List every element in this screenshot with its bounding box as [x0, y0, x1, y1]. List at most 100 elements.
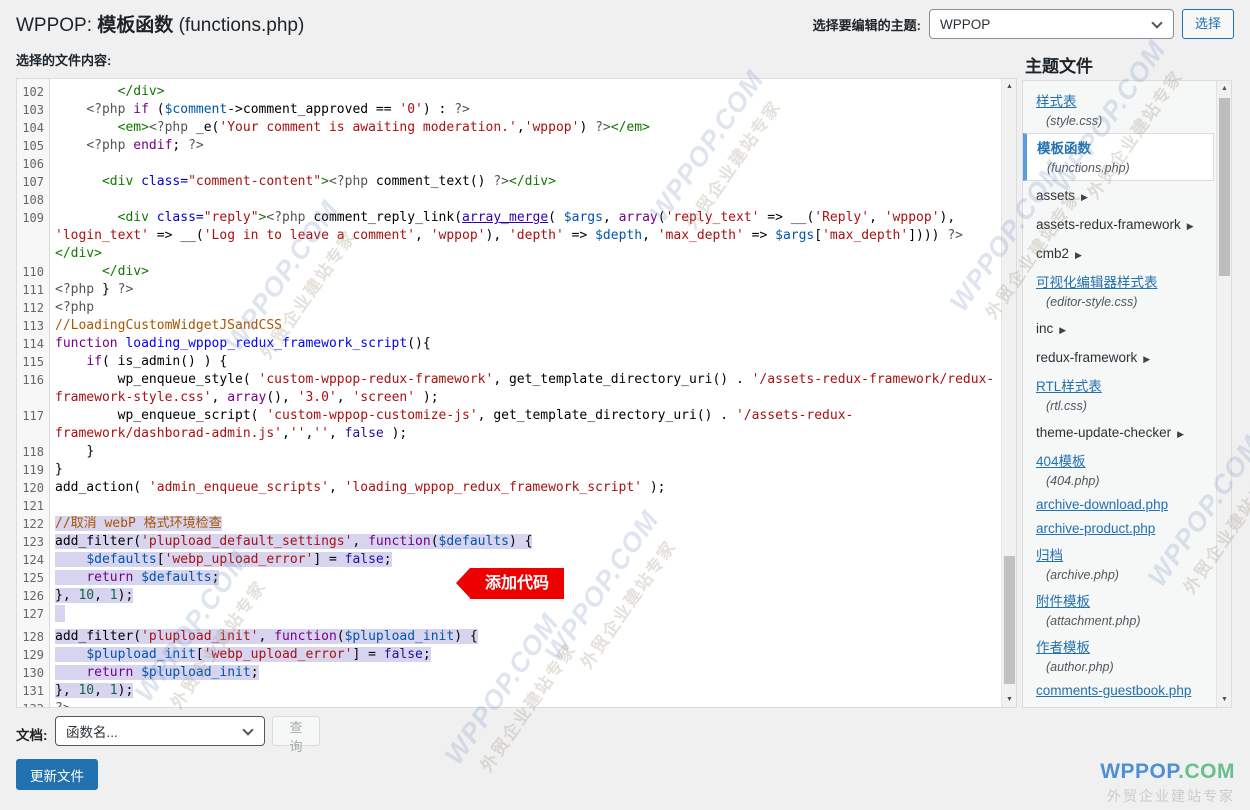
code-line: 119} [17, 461, 1001, 479]
code-text: function loading_wppop_redux_framework_s… [50, 335, 1001, 353]
theme-file-item[interactable]: 归档 (archive.php) [1023, 541, 1217, 587]
line-number: 132 [17, 700, 50, 707]
theme-file-item[interactable]: 附件模板 (attachment.php) [1023, 587, 1217, 633]
folder-expand-icon: ▶ [1187, 221, 1194, 231]
theme-files-heading: 主题文件 [1025, 52, 1093, 77]
code-line: 122//取消 webP 格式环境检查 [17, 515, 1001, 533]
line-number: 111 [17, 281, 50, 299]
line-number: 128 [17, 628, 50, 646]
line-number: 102 [17, 83, 50, 101]
file-link[interactable]: 样式表 [1036, 94, 1077, 109]
theme-file-item[interactable]: RTL样式表(rtl.css) [1023, 372, 1217, 418]
folder-expand-icon: ▶ [1059, 325, 1066, 335]
file-path: (attachment.php) [1036, 611, 1209, 630]
wppop-logo: WPPOP.COM 外贸企业建站专家 [1100, 760, 1235, 806]
line-number: 125 [17, 569, 50, 587]
theme-file-item[interactable]: 作者模板 (author.php) [1023, 633, 1217, 679]
scroll-down-icon[interactable]: ▼ [1002, 692, 1017, 707]
code-text: <div class="reply"><?php comment_reply_l… [50, 209, 1001, 263]
theme-folder-item[interactable]: assets-redux-framework ▶ [1023, 210, 1217, 239]
line-number: 126 [17, 587, 50, 605]
code-text: } [50, 461, 1001, 479]
file-path: (editor-style.css) [1036, 292, 1209, 311]
code-line: 108 [17, 191, 1001, 209]
theme-file-item[interactable]: 404模板(404.php) [1023, 447, 1217, 493]
scroll-up-icon[interactable]: ▲ [1002, 79, 1017, 94]
code-line: 102 </div> [17, 83, 1001, 101]
update-file-button[interactable]: 更新文件 [16, 759, 98, 790]
code-line: 112<?php [17, 299, 1001, 317]
theme-folder-item[interactable]: assets▶ [1023, 181, 1217, 210]
code-text [50, 155, 1001, 173]
lookup-button[interactable]: 查询 [272, 716, 320, 746]
line-number: 116 [17, 371, 50, 407]
file-link[interactable]: 归档 [1036, 548, 1063, 563]
editor-scrollbar-thumb[interactable] [1004, 556, 1015, 684]
code-line: 104 <em><?php _e('Your comment is awaiti… [17, 119, 1001, 137]
editor-scrollbar[interactable]: ▲ ▼ [1001, 79, 1016, 707]
line-number: 123 [17, 533, 50, 551]
file-path: (author.php) [1036, 657, 1209, 676]
code-editor[interactable]: 102 </div>103 <?php if ($comment->commen… [16, 78, 1017, 708]
theme-select-button[interactable]: 选择 [1182, 9, 1234, 39]
file-link[interactable]: archive-download.php [1036, 497, 1168, 512]
wppop-logo-tagline: 外贸企业建站专家 [1100, 786, 1235, 806]
theme-folder-item[interactable]: inc▶ [1023, 314, 1217, 343]
code-text: add_filter('plupload_default_settings', … [50, 533, 1001, 551]
theme-file-item[interactable]: 评论(comments.php) [1023, 703, 1217, 708]
theme-file-item[interactable]: comments-guestbook.php [1023, 679, 1217, 703]
code-text: <?php if ($comment->comment_approved == … [50, 101, 1001, 119]
file-path: (style.css) [1036, 111, 1209, 130]
file-link[interactable]: 附件模板 [1036, 594, 1090, 609]
line-number: 131 [17, 682, 50, 700]
theme-folder-item[interactable]: theme-update-checker▶ [1023, 418, 1217, 447]
file-link[interactable]: comments-guestbook.php [1036, 683, 1191, 698]
theme-file-list: 样式表 (style.css) 模板函数(functions.php)assets▶… [1023, 87, 1217, 708]
code-text: <div class="comment-content"><?php comme… [50, 173, 1001, 191]
theme-select-value: WPPOP [940, 17, 990, 32]
file-link[interactable]: archive-product.php [1036, 521, 1155, 536]
page-title: WPPOP: 模板函数 (functions.php) [16, 10, 304, 37]
code-line: 127 [17, 605, 1001, 628]
code-line: 103 <?php if ($comment->comment_approved… [17, 101, 1001, 119]
chevron-down-icon [242, 724, 253, 735]
code-line: 116 wp_enqueue_style( 'custom-wppop-redu… [17, 371, 1001, 407]
line-number: 113 [17, 317, 50, 335]
code-text: if( is_admin() ) { [50, 353, 1001, 371]
sidebar-scrollbar-thumb[interactable] [1219, 98, 1230, 276]
code-content[interactable]: 102 </div>103 <?php if ($comment->commen… [17, 79, 1001, 707]
folder-name: theme-update-checker [1036, 425, 1171, 440]
file-link[interactable]: RTL样式表 [1036, 379, 1102, 394]
file-path: (archive.php) [1036, 565, 1209, 584]
folder-name: assets-redux-framework [1036, 217, 1181, 232]
code-line: 121 [17, 497, 1001, 515]
line-number: 130 [17, 664, 50, 682]
theme-picker: 选择要编辑的主题: WPPOP 选择 [813, 9, 1234, 39]
theme-file-item[interactable]: archive-download.php [1023, 493, 1217, 517]
theme-file-item[interactable]: 模板函数(functions.php) [1023, 133, 1214, 181]
code-line: 109 <div class="reply"><?php comment_rep… [17, 209, 1001, 263]
theme-file-item[interactable]: archive-product.php [1023, 517, 1217, 541]
code-line: 118 } [17, 443, 1001, 461]
sidebar-scrollbar[interactable]: ▲ ▼ [1216, 81, 1231, 707]
theme-folder-item[interactable]: redux-framework▶ [1023, 343, 1217, 372]
doc-select[interactable]: 函数名... [55, 716, 265, 746]
line-number: 103 [17, 101, 50, 119]
line-number: 122 [17, 515, 50, 533]
theme-file-item[interactable]: 样式表 (style.css) [1023, 87, 1217, 133]
theme-select[interactable]: WPPOP [929, 9, 1174, 39]
page-title-prefix: WPPOP: [16, 15, 92, 36]
code-line: 130 return $plupload_init; [17, 664, 1001, 682]
file-link[interactable]: 404模板 [1036, 454, 1086, 469]
code-line: 128add_filter('plupload_init', function(… [17, 628, 1001, 646]
file-link[interactable]: 可视化编辑器样式表 [1036, 275, 1158, 290]
doc-label: 文档: [16, 724, 48, 744]
code-line: 105 <?php endif; ?> [17, 137, 1001, 155]
theme-file-item[interactable]: 可视化编辑器样式表 (editor-style.css) [1023, 268, 1217, 314]
scroll-down-icon[interactable]: ▼ [1217, 692, 1232, 707]
theme-folder-item[interactable]: cmb2▶ [1023, 239, 1217, 268]
file-link[interactable]: 模板函数 [1037, 141, 1091, 156]
scroll-up-icon[interactable]: ▲ [1217, 81, 1232, 96]
file-link[interactable]: 作者模板 [1036, 640, 1090, 655]
add-code-callout: 添加代码 [470, 568, 564, 599]
